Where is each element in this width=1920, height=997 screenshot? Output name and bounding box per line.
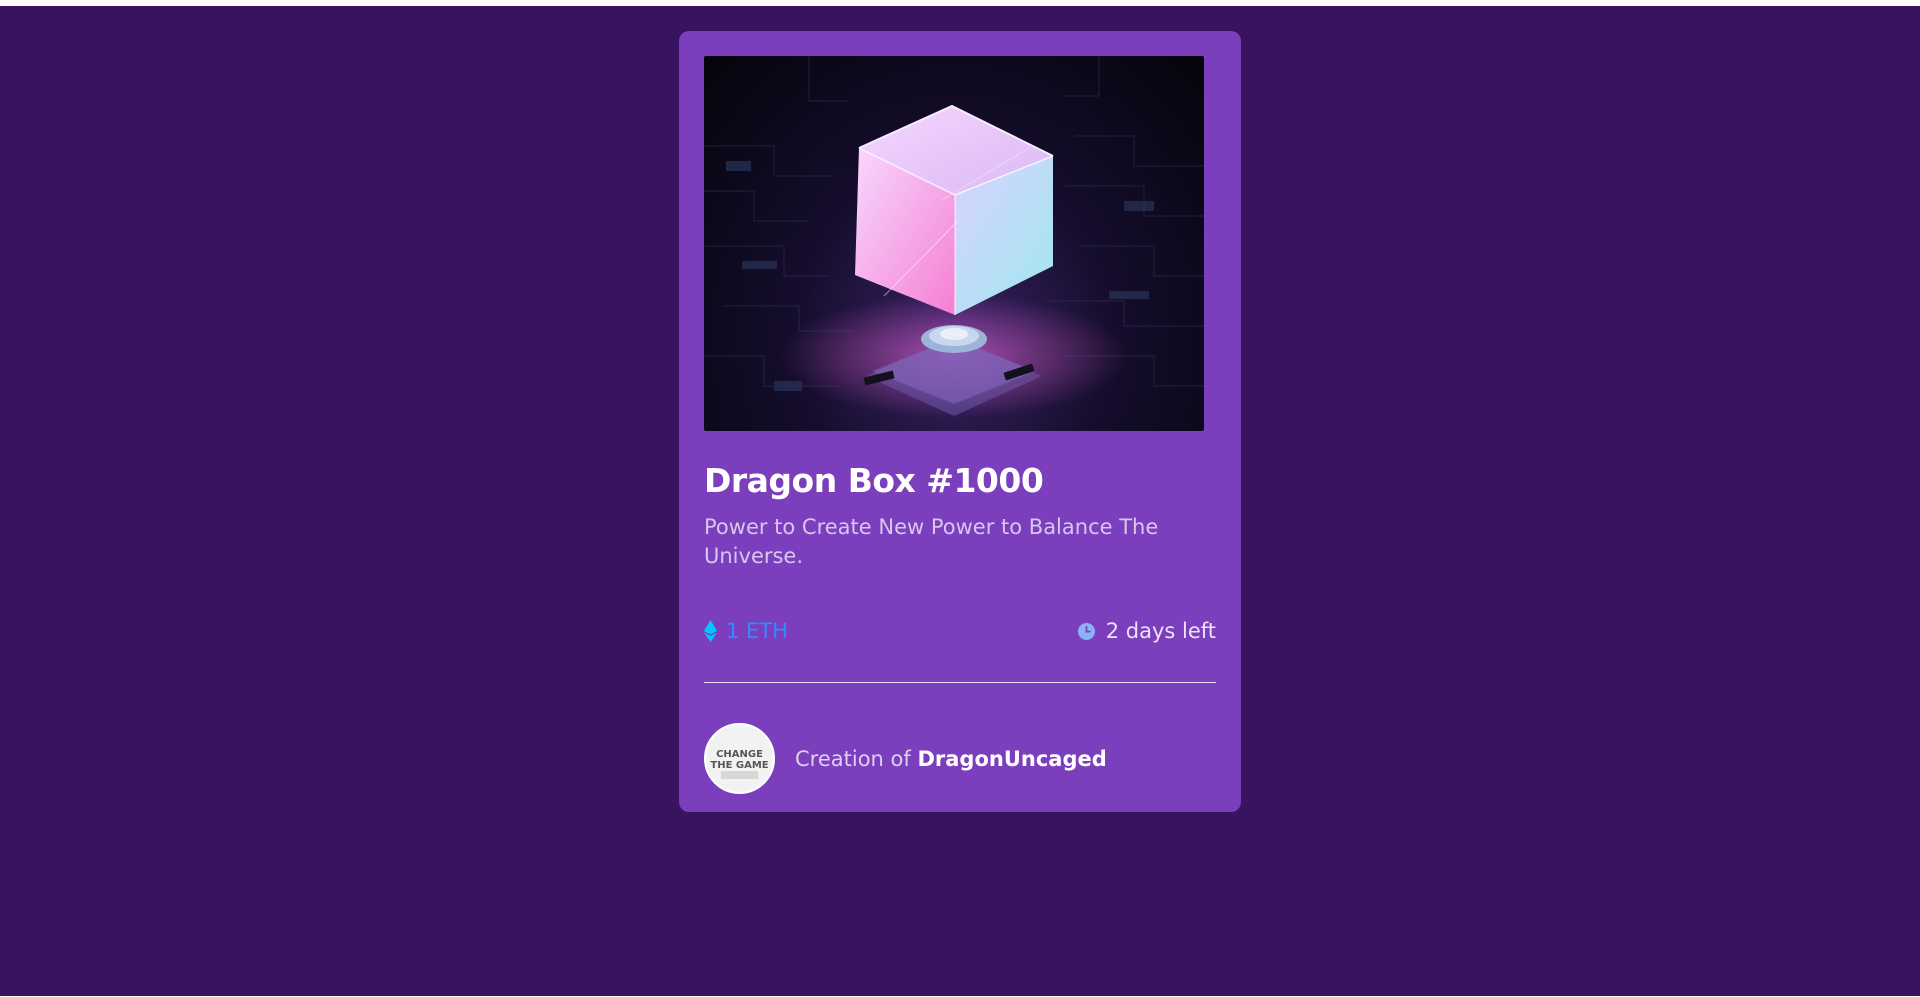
- page-background: Dragon Box #1000 Power to Create New Pow…: [0, 6, 1920, 996]
- nft-image[interactable]: [704, 56, 1204, 431]
- creator-avatar[interactable]: CHANGE THE GAME: [704, 723, 775, 794]
- svg-text:THE GAME: THE GAME: [710, 760, 768, 771]
- creator-label: Creation of DragonUncaged: [795, 747, 1107, 771]
- time-left-label: 2 days left: [1105, 619, 1216, 643]
- nft-description: Power to Create New Power to Balance The…: [704, 515, 1159, 568]
- creator-row: CHANGE THE GAME Creation of DragonUncage…: [704, 723, 1107, 794]
- card-divider: [704, 682, 1216, 683]
- ethereum-icon: [704, 620, 717, 642]
- creator-prefix: Creation of: [795, 746, 918, 771]
- time-remaining: 2 days left: [1077, 619, 1216, 643]
- creator-name-link[interactable]: DragonUncaged: [917, 747, 1106, 771]
- price-value: 1 ETH: [726, 619, 788, 643]
- svg-text:CHANGE: CHANGE: [716, 749, 763, 760]
- nft-meta-row: 1 ETH 2 days left: [704, 614, 1216, 648]
- nft-card: Dragon Box #1000 Power to Create New Pow…: [679, 31, 1241, 812]
- creator-logo: CHANGE THE GAME: [709, 728, 770, 789]
- clock-icon: [1077, 622, 1095, 640]
- nft-title[interactable]: Dragon Box #1000: [704, 461, 1216, 501]
- price: 1 ETH: [704, 619, 788, 643]
- cube-artwork: [704, 56, 1204, 418]
